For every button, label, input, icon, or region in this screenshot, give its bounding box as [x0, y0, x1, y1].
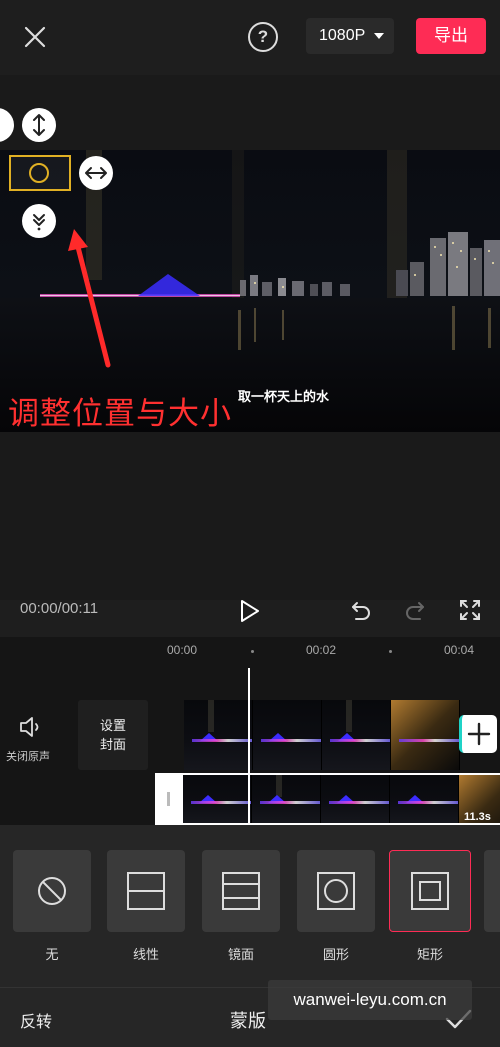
playhead[interactable]	[248, 668, 250, 825]
resolution-select[interactable]: 1080P	[306, 18, 394, 54]
video-frame	[183, 775, 252, 823]
fullscreen-icon[interactable]	[458, 598, 482, 622]
mask-option-linear[interactable]	[107, 850, 185, 932]
feather-handle[interactable]	[22, 204, 56, 238]
mask-option-label: 镜面	[227, 947, 254, 962]
mask-center-handle[interactable]	[29, 163, 49, 183]
mask-option-rectangle[interactable]	[389, 850, 471, 932]
video-frame	[252, 775, 321, 823]
circle-mask-icon	[317, 872, 355, 910]
tick-dot	[389, 650, 392, 653]
clip-duration: 11.3s	[464, 811, 491, 823]
mask-option-label: 无	[45, 947, 59, 962]
invert-button[interactable]: 反转	[20, 1008, 52, 1032]
undo-icon[interactable]	[348, 598, 372, 622]
horizontal-resize-handle[interactable]	[79, 156, 113, 190]
mask-option-label: 线性	[132, 947, 159, 962]
watermark: wanwei-leyu.com.cn	[268, 980, 472, 1020]
resolution-value: 1080P	[319, 27, 366, 44]
video-frame	[321, 775, 390, 823]
play-icon[interactable]	[238, 598, 262, 624]
mask-option-none[interactable]	[13, 850, 91, 932]
cover-label-line1: 设置	[99, 718, 126, 733]
video-track-main[interactable]	[184, 700, 460, 770]
clip-trim-handle[interactable]	[155, 773, 183, 825]
annotation-arrow-icon	[60, 225, 120, 370]
mask-option-more[interactable]	[484, 850, 500, 932]
mask-option-mirror[interactable]	[202, 850, 280, 932]
prohibited-icon	[38, 877, 66, 905]
speaker-icon[interactable]	[18, 714, 44, 740]
cover-label-line2: 封面	[99, 737, 126, 752]
video-frame	[391, 700, 460, 770]
tick-dot	[251, 650, 254, 653]
linear-mask-icon	[127, 872, 165, 910]
export-button[interactable]: 导出	[416, 18, 486, 54]
time-display: 00:00/00:11	[20, 600, 99, 617]
mute-original-label[interactable]: 关闭原声	[6, 748, 50, 764]
mask-option-label: 圆形	[322, 947, 349, 962]
mirror-mask-icon	[222, 872, 260, 910]
vertical-resize-handle[interactable]	[22, 108, 56, 142]
time-tick: 00:02	[306, 643, 337, 657]
mask-option-label: 矩形	[416, 947, 443, 962]
video-track-selected[interactable]	[183, 773, 500, 825]
video-frame	[390, 775, 459, 823]
close-icon[interactable]	[18, 20, 52, 54]
redo-icon[interactable]	[404, 598, 428, 622]
annotation-text: 调整位置与大小	[8, 396, 232, 432]
caret-down-icon	[374, 33, 384, 39]
help-icon[interactable]: ?	[248, 22, 278, 52]
panel-title: 蒙版	[230, 1011, 266, 1031]
video-frame	[253, 700, 322, 770]
time-tick: 00:04	[444, 643, 475, 657]
rectangle-mask-icon	[411, 872, 449, 910]
mask-option-circle[interactable]	[297, 850, 375, 932]
add-clip-button[interactable]	[459, 715, 497, 753]
set-cover-button[interactable]: 设置 封面	[78, 700, 148, 770]
video-frame	[322, 700, 391, 770]
video-subtitle: 取一杯天上的水	[238, 390, 330, 405]
time-tick: 00:00	[167, 643, 198, 657]
video-frame	[184, 700, 253, 770]
